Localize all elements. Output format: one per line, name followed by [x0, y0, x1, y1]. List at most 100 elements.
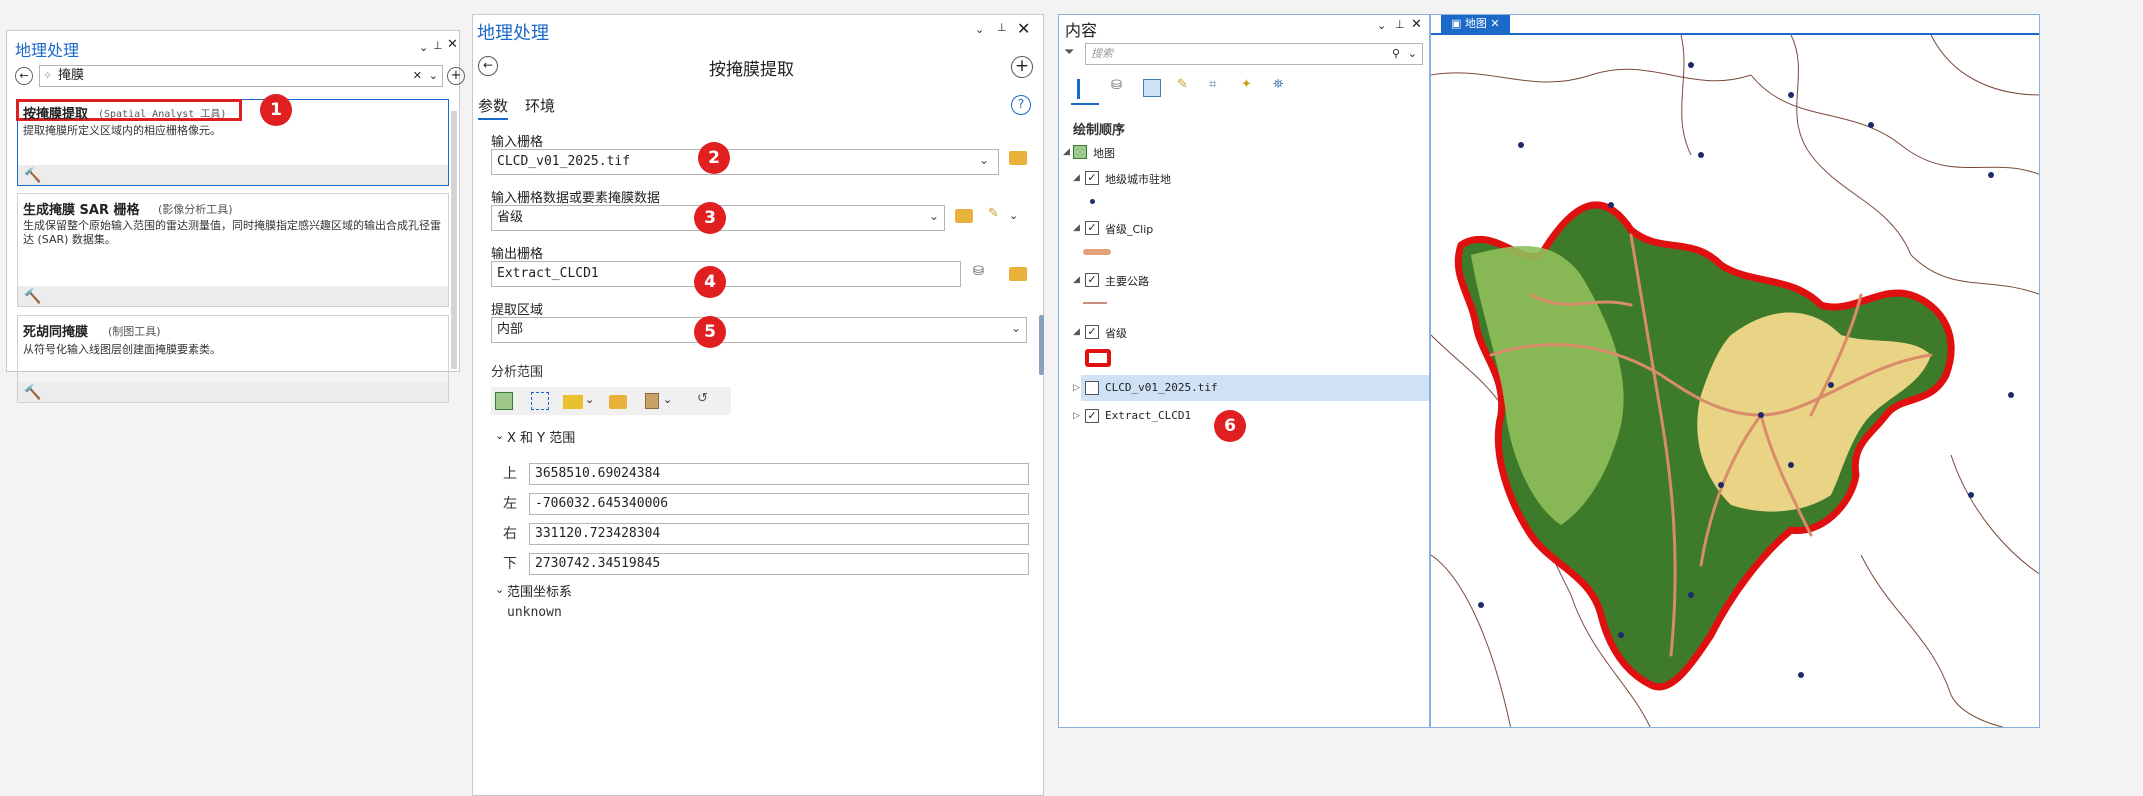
back-icon[interactable]: ←: [15, 67, 33, 85]
collapse-chevron-icon[interactable]: ⌄: [495, 583, 504, 596]
extract-area-label: 提取区域: [491, 303, 544, 318]
tool-name: 按掩膜提取: [709, 60, 794, 80]
perspective-icon[interactable]: ⛯: [1273, 77, 1283, 92]
paste-icon[interactable]: [645, 393, 659, 409]
chevron-down-icon[interactable]: ⌄: [1009, 209, 1018, 222]
map-item[interactable]: 地图: [1093, 145, 1115, 161]
pin-icon[interactable]: ⊥: [1395, 18, 1405, 31]
expand-arrow-icon[interactable]: ▷: [1073, 411, 1080, 421]
card-footer: [18, 382, 448, 402]
tab-parameters[interactable]: 参数: [478, 95, 509, 120]
coord-right-field[interactable]: 331120.723428304: [529, 523, 1029, 545]
contents-search-input[interactable]: 搜索 ⚲ ⌄: [1085, 43, 1423, 65]
layer-checkbox[interactable]: ✓: [1085, 171, 1099, 185]
label-icon[interactable]: ✦: [1241, 77, 1252, 92]
pencil-icon[interactable]: ✎: [988, 206, 999, 221]
expand-arrow-icon[interactable]: ◢: [1073, 275, 1080, 285]
chevron-down-icon[interactable]: ⌄: [419, 41, 428, 54]
snapping-icon[interactable]: ⌗: [1209, 77, 1216, 92]
tab-environments[interactable]: 环境: [525, 95, 555, 116]
expand-arrow-icon[interactable]: ◢: [1063, 147, 1070, 157]
database-icon[interactable]: ⛁: [973, 264, 984, 279]
layer-roads[interactable]: 主要公路: [1105, 273, 1149, 289]
panel-title: 内容: [1065, 21, 1098, 40]
input-raster-field[interactable]: CLCD_v01_2025.tif: [491, 149, 999, 175]
layer-checkbox[interactable]: [1085, 381, 1099, 395]
clear-icon[interactable]: ✕: [413, 66, 422, 86]
select-extent-icon[interactable]: [531, 392, 549, 410]
boundary-line: [1790, 35, 1912, 256]
layer-extent-icon[interactable]: [563, 395, 583, 409]
hammer-icon: 🔨: [24, 168, 42, 184]
add-icon[interactable]: +: [1011, 56, 1033, 78]
datasource-icon[interactable]: ⛁: [1111, 78, 1122, 93]
layer-clcd[interactable]: CLCD_v01_2025.tif: [1105, 381, 1218, 394]
result-card-1[interactable]: 按掩膜提取 (Spatial Analyst 工具) 提取掩膜所定义区域内的相应…: [16, 99, 449, 186]
close-icon[interactable]: ✕: [1411, 17, 1422, 32]
filter-icon[interactable]: ⏷: [1064, 45, 1074, 60]
layer-extract[interactable]: Extract_CLCD1: [1105, 409, 1191, 422]
coord-bottom-field[interactable]: 2730742.34519845: [529, 553, 1029, 575]
layer-checkbox[interactable]: ✓: [1085, 221, 1099, 235]
expand-arrow-icon[interactable]: ▷: [1073, 383, 1080, 393]
add-icon[interactable]: +: [447, 67, 465, 85]
coord-top-field[interactable]: 3658510.69024384: [529, 463, 1029, 485]
analysis-extent-label: 分析范围: [491, 365, 544, 380]
expand-arrow-icon[interactable]: ◢: [1073, 173, 1080, 183]
coord-label-left: 左: [503, 496, 517, 512]
output-raster-field[interactable]: Extract_CLCD1: [491, 261, 961, 287]
pin-icon[interactable]: ⊥: [997, 21, 1007, 34]
coord-left-field[interactable]: -706032.645340006: [529, 493, 1029, 515]
close-icon[interactable]: ✕: [1490, 17, 1499, 30]
city-point: [1518, 142, 1524, 148]
scrollbar[interactable]: [451, 111, 457, 369]
layer-city[interactable]: 地级城市驻地: [1105, 171, 1171, 187]
folder-icon[interactable]: [955, 209, 973, 223]
step-badge-3: 3: [694, 202, 726, 234]
close-icon[interactable]: ✕: [1017, 19, 1030, 38]
expand-arrow-icon[interactable]: ◢: [1073, 223, 1080, 233]
chevron-down-icon[interactable]: ⌄: [979, 153, 989, 167]
collapse-chevron-icon[interactable]: ⌄: [495, 429, 504, 442]
boundary-line: [1930, 35, 2039, 96]
drawing-order-icon[interactable]: [1077, 79, 1095, 99]
chevron-down-icon[interactable]: ⌄: [929, 209, 939, 223]
back-icon[interactable]: ←: [478, 56, 498, 76]
layer-province[interactable]: 省级: [1105, 325, 1127, 341]
folder-icon[interactable]: [1009, 267, 1027, 281]
folder-icon[interactable]: [1009, 151, 1027, 165]
folder-icon[interactable]: [609, 395, 627, 409]
city-point: [1478, 602, 1484, 608]
active-tab-underline: [1071, 103, 1099, 105]
map-canvas[interactable]: [1431, 35, 2040, 728]
chevron-down-icon[interactable]: ⌄: [1377, 19, 1386, 32]
search-input[interactable]: ✧ 掩膜 ✕ ⌄: [39, 65, 443, 87]
expand-arrow-icon[interactable]: ◢: [1073, 327, 1080, 337]
result-card-2[interactable]: 生成掩膜 SAR 栅格 (影像分析工具) 生成保留整个原始输入范围的雷达测量值，…: [17, 193, 449, 307]
layer-checkbox[interactable]: ✓: [1085, 409, 1099, 423]
extract-area-field[interactable]: 内部: [491, 317, 1027, 343]
map-extent-icon[interactable]: [495, 392, 513, 410]
tab-underline: [478, 118, 509, 120]
close-icon[interactable]: ✕: [447, 37, 458, 52]
scrollbar[interactable]: [1039, 315, 1044, 375]
map-tab[interactable]: ▣ 地图 ✕: [1441, 15, 1510, 33]
chevron-down-icon[interactable]: ⌄: [1408, 44, 1417, 64]
search-icon[interactable]: ⚲: [1392, 44, 1400, 64]
edit-icon[interactable]: ✎: [1177, 77, 1188, 92]
chevron-down-icon[interactable]: ⌄: [585, 393, 594, 406]
reset-icon[interactable]: ↺: [697, 391, 708, 406]
chevron-down-icon[interactable]: ⌄: [429, 66, 438, 86]
chevron-down-icon[interactable]: ⌄: [975, 23, 984, 36]
tab-label: 参数: [478, 97, 509, 115]
result-card-3[interactable]: 死胡同掩膜 (制图工具) 从符号化输入线图层创建面掩膜要素类。 🔨: [17, 315, 449, 403]
chevron-down-icon[interactable]: ⌄: [663, 393, 672, 406]
layer-checkbox[interactable]: ✓: [1085, 325, 1099, 339]
map-view[interactable]: ▣ 地图 ✕: [1430, 14, 2040, 728]
chevron-down-icon[interactable]: ⌄: [1011, 321, 1021, 335]
pin-icon[interactable]: ⊥: [433, 39, 443, 52]
help-icon[interactable]: ?: [1011, 95, 1031, 115]
layer-checkbox[interactable]: ✓: [1085, 273, 1099, 287]
layer-province-clip[interactable]: 省级_Clip: [1105, 221, 1153, 237]
selection-icon[interactable]: [1143, 79, 1161, 97]
